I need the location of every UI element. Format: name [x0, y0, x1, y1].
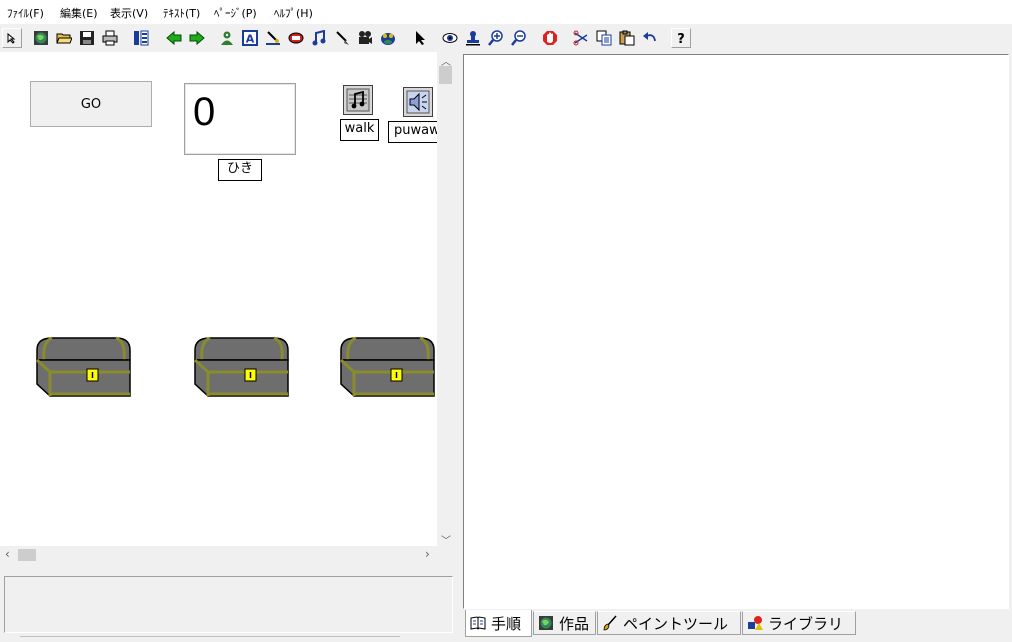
save-icon[interactable]: [77, 28, 97, 48]
menu-help[interactable]: ﾍﾙﾌﾟ(H): [274, 5, 313, 21]
stop-icon[interactable]: [540, 28, 560, 48]
counter-display: 0: [184, 83, 296, 155]
tab-paint-tool-label: ペイントツール: [623, 614, 729, 633]
movie-icon[interactable]: [355, 28, 375, 48]
undo-icon[interactable]: [640, 28, 660, 48]
text-tool-icon[interactable]: A: [240, 28, 260, 48]
scroll-down-icon[interactable]: ﹀: [441, 532, 451, 547]
treasure-chest-icon[interactable]: [34, 336, 132, 398]
shapes-icon: [747, 615, 763, 631]
scroll-corner: [437, 546, 454, 563]
go-button[interactable]: GO: [30, 81, 152, 127]
book-icon: [470, 615, 486, 631]
eye-icon[interactable]: [440, 28, 460, 48]
record-icon[interactable]: [286, 28, 306, 48]
music-icon[interactable]: [309, 28, 329, 48]
tab-procedure[interactable]: 手順: [465, 610, 532, 637]
tab-library[interactable]: ライブラリ: [742, 611, 856, 635]
svg-text:A: A: [246, 33, 255, 46]
zoom-in-icon[interactable]: [486, 28, 506, 48]
layout-icon[interactable]: [131, 28, 151, 48]
toolbar: A ?: [0, 24, 1012, 52]
menu-bar: ﾌｧｲﾙ(F) 編集(E) 表示(V) ﾃｷｽﾄ(T) ﾍﾟｰｼﾞ(P) ﾍﾙﾌ…: [0, 0, 1012, 24]
right-content-panel[interactable]: [463, 54, 1009, 609]
help-icon[interactable]: ?: [671, 28, 691, 48]
back-arrow-icon[interactable]: [164, 28, 184, 48]
menu-page[interactable]: ﾍﾟｰｼﾞ(P): [214, 5, 257, 21]
message-panel: [4, 576, 453, 633]
tab-works[interactable]: 作品: [533, 611, 596, 635]
sound-label-walk: walk: [340, 119, 379, 141]
sound-label-puwaw: puwaw: [388, 121, 437, 143]
menu-text[interactable]: ﾃｷｽﾄ(T): [163, 5, 200, 21]
pointer-small-icon[interactable]: [2, 28, 22, 48]
menu-file[interactable]: ﾌｧｲﾙ(F): [7, 5, 44, 21]
horizontal-scroll-thumb[interactable]: [18, 549, 36, 561]
treasure-chest-icon[interactable]: [192, 336, 290, 398]
panel-splitter[interactable]: [454, 52, 462, 641]
stage-canvas[interactable]: GO 0 ひき walk puwaw: [0, 52, 437, 546]
treasure-chest-icon[interactable]: [338, 336, 436, 398]
music-note-icon[interactable]: [343, 85, 373, 115]
globe-icon[interactable]: [31, 28, 51, 48]
frog-icon[interactable]: [378, 28, 398, 48]
brush-icon: [602, 615, 618, 631]
status-strip: [20, 636, 400, 642]
forward-arrow-icon[interactable]: [187, 28, 207, 48]
tab-procedure-label: 手順: [491, 614, 522, 633]
globe-icon: [538, 615, 554, 631]
horizontal-scrollbar[interactable]: ‹ ›: [0, 546, 437, 563]
print-icon[interactable]: [100, 28, 120, 48]
tab-works-label: 作品: [559, 614, 590, 633]
character-icon[interactable]: [217, 28, 237, 48]
counter-value: 0: [193, 90, 216, 134]
arrow-cursor-icon[interactable]: [410, 28, 430, 48]
menu-view[interactable]: 表示(V): [110, 5, 148, 21]
tab-paint-tool[interactable]: ペイントツール: [597, 611, 741, 635]
bottom-tabs: 手順 作品 ペイントツール ライブラリ: [463, 610, 1012, 641]
tab-library-label: ライブラリ: [768, 614, 844, 633]
scroll-left-icon[interactable]: ‹: [5, 547, 10, 561]
vertical-scroll-thumb[interactable]: [439, 66, 452, 84]
scroll-right-icon[interactable]: ›: [425, 547, 430, 561]
svg-text:?: ?: [677, 32, 685, 45]
counter-label: ひき: [218, 159, 262, 181]
menu-edit[interactable]: 編集(E): [60, 5, 98, 21]
stamp-icon[interactable]: [463, 28, 483, 48]
copy-icon[interactable]: [594, 28, 614, 48]
open-folder-icon[interactable]: [54, 28, 74, 48]
vertical-scrollbar[interactable]: ︿ ﹀: [437, 52, 454, 547]
zoom-out-icon[interactable]: [509, 28, 529, 48]
cut-icon[interactable]: [571, 28, 591, 48]
paste-icon[interactable]: [617, 28, 637, 48]
speaker-icon[interactable]: [403, 87, 433, 117]
brush-icon[interactable]: [332, 28, 352, 48]
paint-tool-icon[interactable]: [263, 28, 283, 48]
